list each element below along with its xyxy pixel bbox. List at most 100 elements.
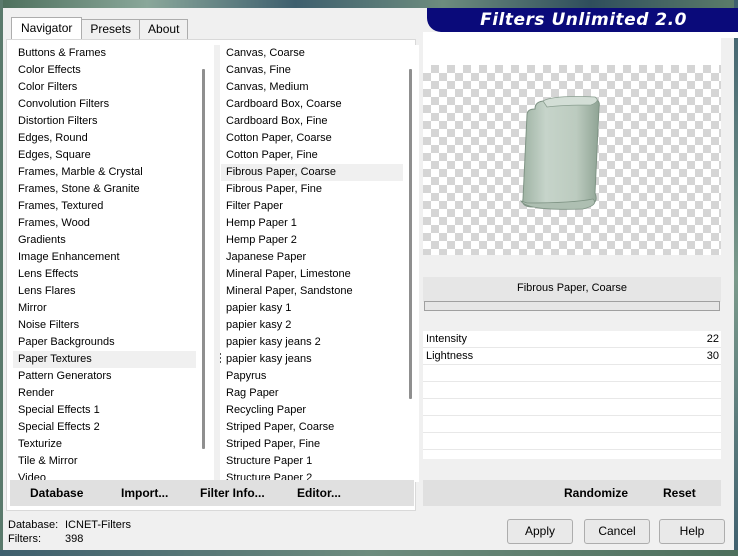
category-list-item[interactable]: Distortion Filters (13, 113, 198, 130)
help-button[interactable]: Help (659, 519, 725, 544)
filter-list-item[interactable]: Filter Paper (221, 198, 403, 215)
param-value[interactable]: 22 (707, 331, 719, 347)
filter-list-item[interactable]: papier kasy 2 (221, 317, 403, 334)
navigator-button-bar: Database Import... Filter Info... Editor… (10, 480, 414, 506)
param-row-lightness[interactable]: Lightness 30 (423, 348, 721, 365)
filter-list-item[interactable]: Fibrous Paper, Fine (221, 181, 403, 198)
param-row-empty (423, 416, 721, 433)
editor-button[interactable]: Editor... (297, 486, 341, 500)
filter-list-item[interactable]: Rag Paper (221, 385, 403, 402)
category-list-item[interactable]: Gradients (13, 232, 198, 249)
cancel-button[interactable]: Cancel (584, 519, 650, 544)
category-list-item[interactable]: Edges, Square (13, 147, 198, 164)
status-filters-label: Filters: (8, 533, 41, 545)
filter-list-item[interactable]: Fibrous Paper, Coarse (221, 164, 403, 181)
randomize-button[interactable]: Randomize (564, 486, 628, 500)
filter-list[interactable]: Canvas, Coarse Canvas, Fine Canvas, Medium… (221, 45, 403, 482)
filters-unlimited-dialog: Navigator Presets About Filters Unlimite… (3, 8, 738, 550)
filter-list-item[interactable]: Cotton Paper, Coarse (221, 130, 403, 147)
filter-list-item[interactable]: Cardboard Box, Coarse (221, 96, 403, 113)
progress-bar (424, 301, 720, 311)
tab-navigator[interactable]: Navigator (11, 17, 83, 39)
status-filters-value: 398 (65, 533, 84, 545)
param-row-empty (423, 382, 721, 399)
category-list-item[interactable]: Mirror (13, 300, 198, 317)
category-list-item[interactable]: Lens Flares (13, 283, 198, 300)
filter-scrollbar[interactable] (403, 45, 419, 482)
background-edge-bottom (0, 550, 738, 556)
filter-list-item[interactable]: papier kasy jeans (221, 351, 403, 368)
filter-list-item[interactable]: Recycling Paper (221, 402, 403, 419)
preview-frame (423, 38, 721, 65)
import-button[interactable]: Import... (121, 486, 168, 500)
filter-list-item[interactable]: Canvas, Medium (221, 79, 403, 96)
category-list-item[interactable]: Noise Filters (13, 317, 198, 334)
category-list-item[interactable]: Lens Effects (13, 266, 198, 283)
param-value[interactable]: 30 (707, 348, 719, 364)
param-row-empty (423, 399, 721, 416)
preset-button-bar: Randomize Reset (423, 480, 721, 506)
category-list[interactable]: Buttons & Frames Color Effects Color Filte… (13, 45, 198, 482)
filter-list-item[interactable]: papier kasy jeans 2 (221, 334, 403, 351)
filter-info-button[interactable]: Filter Info... (200, 486, 265, 500)
param-row-empty (423, 433, 721, 450)
tab-about[interactable]: About (139, 19, 189, 39)
filter-list-item[interactable]: Cardboard Box, Fine (221, 113, 403, 130)
preview-image (423, 65, 721, 255)
param-label: Intensity (426, 333, 467, 345)
current-filter-name: Fibrous Paper, Coarse (423, 277, 721, 302)
param-row-empty (423, 365, 721, 382)
category-list-item[interactable]: Texturize (13, 436, 198, 453)
param-label: Lightness (426, 350, 474, 362)
filter-list-item[interactable]: Hemp Paper 2 (221, 232, 403, 249)
category-scrollbar[interactable] (196, 45, 212, 482)
category-list-item[interactable]: Render (13, 385, 198, 402)
category-list-item[interactable]: Frames, Stone & Granite (13, 181, 198, 198)
category-list-item[interactable]: Paper Backgrounds (13, 334, 198, 351)
filter-list-item[interactable]: Mineral Paper, Limestone (221, 266, 403, 283)
filter-list-item[interactable]: Canvas, Fine (221, 62, 403, 79)
category-list-item[interactable]: Image Enhancement (13, 249, 198, 266)
category-list-item[interactable]: Tile & Mirror (13, 453, 198, 470)
filter-list-item[interactable]: Mineral Paper, Sandstone (221, 283, 403, 300)
paper-scroll-preview-icon (520, 96, 600, 210)
category-list-item[interactable]: Special Effects 2 (13, 419, 198, 436)
filter-list-item[interactable]: Canvas, Coarse (221, 45, 403, 62)
category-list-item[interactable]: Special Effects 1 (13, 402, 198, 419)
background-strip (0, 0, 738, 8)
category-list-item[interactable]: Convolution Filters (13, 96, 198, 113)
filter-list-item[interactable]: Hemp Paper 1 (221, 215, 403, 232)
filter-list-item[interactable]: Cotton Paper, Fine (221, 147, 403, 164)
category-list-item[interactable]: Frames, Textured (13, 198, 198, 215)
category-list-item[interactable]: Color Filters (13, 79, 198, 96)
category-list-item[interactable]: Paper Textures (13, 351, 198, 368)
status-area: Database: ICNET-Filters Filters: 398 (8, 518, 131, 546)
category-list-item[interactable]: Frames, Marble & Crystal (13, 164, 198, 181)
filter-list-item[interactable]: Striped Paper, Coarse (221, 419, 403, 436)
category-list-item[interactable]: Buttons & Frames (13, 45, 198, 62)
title-banner: Filters Unlimited 2.0 (427, 8, 738, 32)
database-button[interactable]: Database (30, 486, 83, 500)
filter-scroll-thumb[interactable] (409, 69, 412, 399)
list-divider (214, 45, 220, 482)
background-edge-right (734, 0, 738, 556)
status-database-value: ICNET-Filters (65, 519, 131, 531)
filter-list-item[interactable]: papier kasy 1 (221, 300, 403, 317)
category-list-item[interactable]: Color Effects (13, 62, 198, 79)
category-list-item[interactable]: Frames, Wood (13, 215, 198, 232)
filter-list-item[interactable]: Japanese Paper (221, 249, 403, 266)
category-scroll-thumb[interactable] (202, 69, 205, 449)
filter-list-item[interactable]: Structure Paper 1 (221, 453, 403, 470)
banner-title: Filters Unlimited 2.0 (480, 10, 687, 30)
apply-button[interactable]: Apply (507, 519, 573, 544)
param-row-intensity[interactable]: Intensity 22 (423, 331, 721, 348)
tab-bar: Navigator Presets About (11, 17, 189, 39)
filter-list-item[interactable]: Papyrus (221, 368, 403, 385)
reset-button[interactable]: Reset (663, 486, 696, 500)
filter-list-item[interactable]: Striped Paper, Fine (221, 436, 403, 453)
status-database-label: Database: (8, 519, 59, 531)
category-list-item[interactable]: Pattern Generators (13, 368, 198, 385)
category-list-item[interactable]: Edges, Round (13, 130, 198, 147)
parameter-list: Intensity 22 Lightness 30 (423, 331, 721, 459)
tab-presets[interactable]: Presets (81, 19, 141, 39)
